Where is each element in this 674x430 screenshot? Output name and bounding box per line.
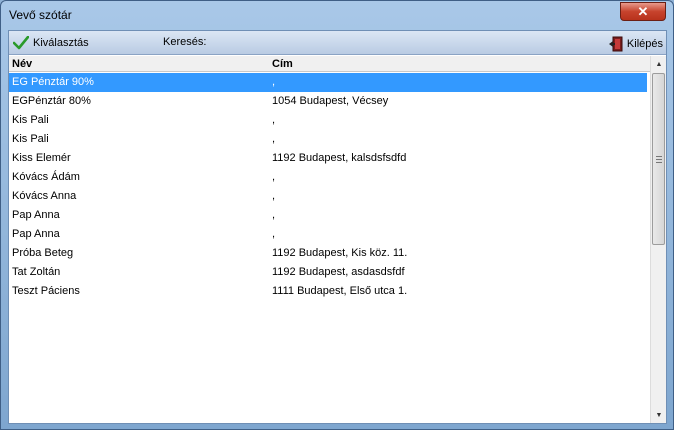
table-row[interactable]: EG Pénztár 90% ,	[9, 73, 647, 92]
cell-address: 1192 Budapest, asdasdsfdf	[272, 266, 405, 278]
exit-door-icon	[608, 36, 623, 52]
grip-icon	[656, 156, 662, 163]
vertical-scrollbar[interactable]: ▲ ▼	[650, 56, 666, 423]
column-header-address[interactable]: Cím	[272, 58, 293, 70]
search-label-text: Keresés:	[163, 36, 207, 48]
cell-address: 1111 Budapest, Első utca 1.	[272, 285, 408, 297]
arrow-down-icon: ▼	[655, 411, 663, 419]
table-row[interactable]: EGPénztár 80% 1054 Budapest, Vécsey	[9, 92, 647, 111]
close-button[interactable]: ✕	[620, 2, 666, 21]
cell-name: Kóvács Ádám	[12, 171, 80, 183]
cell-name: Tat Zoltán	[12, 266, 61, 278]
cell-address: 1192 Budapest, kalsdsfsdfd	[272, 152, 407, 164]
cell-address: ,	[272, 228, 276, 240]
title-bar[interactable]: Vevő szótár ✕	[1, 1, 673, 29]
table-row[interactable]: Pap Anna ,	[9, 225, 647, 244]
select-button[interactable]: Kiválasztás	[13, 36, 89, 50]
arrow-up-icon: ▲	[655, 60, 663, 68]
scroll-up-button[interactable]: ▲	[651, 56, 667, 72]
exit-button[interactable]: Kilépés	[608, 36, 663, 52]
cell-name: Pap Anna	[12, 209, 60, 221]
table-row[interactable]: Kis Pali ,	[9, 130, 647, 149]
select-button-label: Kiválasztás	[33, 37, 89, 49]
table-row[interactable]: Tat Zoltán 1192 Budapest, asdasdsfdf	[9, 263, 647, 282]
cell-name: Teszt Páciens	[12, 285, 80, 297]
close-icon: ✕	[637, 3, 649, 19]
cell-address: ,	[272, 114, 276, 126]
table-row[interactable]: Kiss Elemér 1192 Budapest, kalsdsfsdfd	[9, 149, 647, 168]
table-row[interactable]: Kis Pali ,	[9, 111, 647, 130]
scroll-down-button[interactable]: ▼	[651, 407, 667, 423]
toolbar: Kiválasztás Keresés: Kilépés	[9, 31, 666, 55]
customer-grid[interactable]: Név Cím EG Pénztár 90% , EGPénztár 80% 1…	[9, 56, 650, 423]
scrollbar-thumb[interactable]	[652, 73, 665, 245]
cell-address: ,	[272, 190, 276, 202]
cell-address: ,	[272, 133, 276, 145]
table-row[interactable]: Teszt Páciens 1111 Budapest, Első utca 1…	[9, 282, 647, 301]
table-row[interactable]: Kóvács Ádám ,	[9, 168, 647, 187]
cell-name: Kóvács Anna	[12, 190, 77, 202]
cell-name: EG Pénztár 90%	[12, 76, 94, 88]
cell-name: Próba Beteg	[12, 247, 74, 259]
cell-name: EGPénztár 80%	[12, 95, 91, 107]
cell-name: Kiss Elemér	[12, 152, 71, 164]
search-input[interactable]	[209, 34, 439, 51]
check-icon	[13, 36, 29, 50]
cell-address: ,	[272, 209, 276, 221]
dialog-window: Vevő szótár ✕ Kiválasztás Keresés: Kilép…	[0, 0, 674, 430]
exit-button-label: Kilépés	[626, 38, 663, 50]
client-area: Kiválasztás Keresés: Kilépés Név Cím EG …	[8, 30, 667, 424]
cell-address: ,	[272, 76, 276, 88]
cell-name: Kis Pali	[12, 114, 49, 126]
cell-name: Kis Pali	[12, 133, 49, 145]
column-header-name[interactable]: Név	[12, 58, 32, 70]
search-label: Keresés:	[163, 36, 206, 48]
grid-body: EG Pénztár 90% , EGPénztár 80% 1054 Buda…	[9, 73, 650, 301]
table-row[interactable]: Kóvács Anna ,	[9, 187, 647, 206]
cell-address: ,	[272, 171, 276, 183]
cell-address: 1054 Budapest, Vécsey	[272, 95, 389, 107]
table-row[interactable]: Próba Beteg 1192 Budapest, Kis köz. 11.	[9, 244, 647, 263]
grid-header: Név Cím	[9, 56, 650, 72]
cell-address: 1192 Budapest, Kis köz. 11.	[272, 247, 408, 259]
window-title: Vevő szótár	[9, 8, 72, 22]
table-row[interactable]: Pap Anna ,	[9, 206, 647, 225]
cell-name: Pap Anna	[12, 228, 60, 240]
